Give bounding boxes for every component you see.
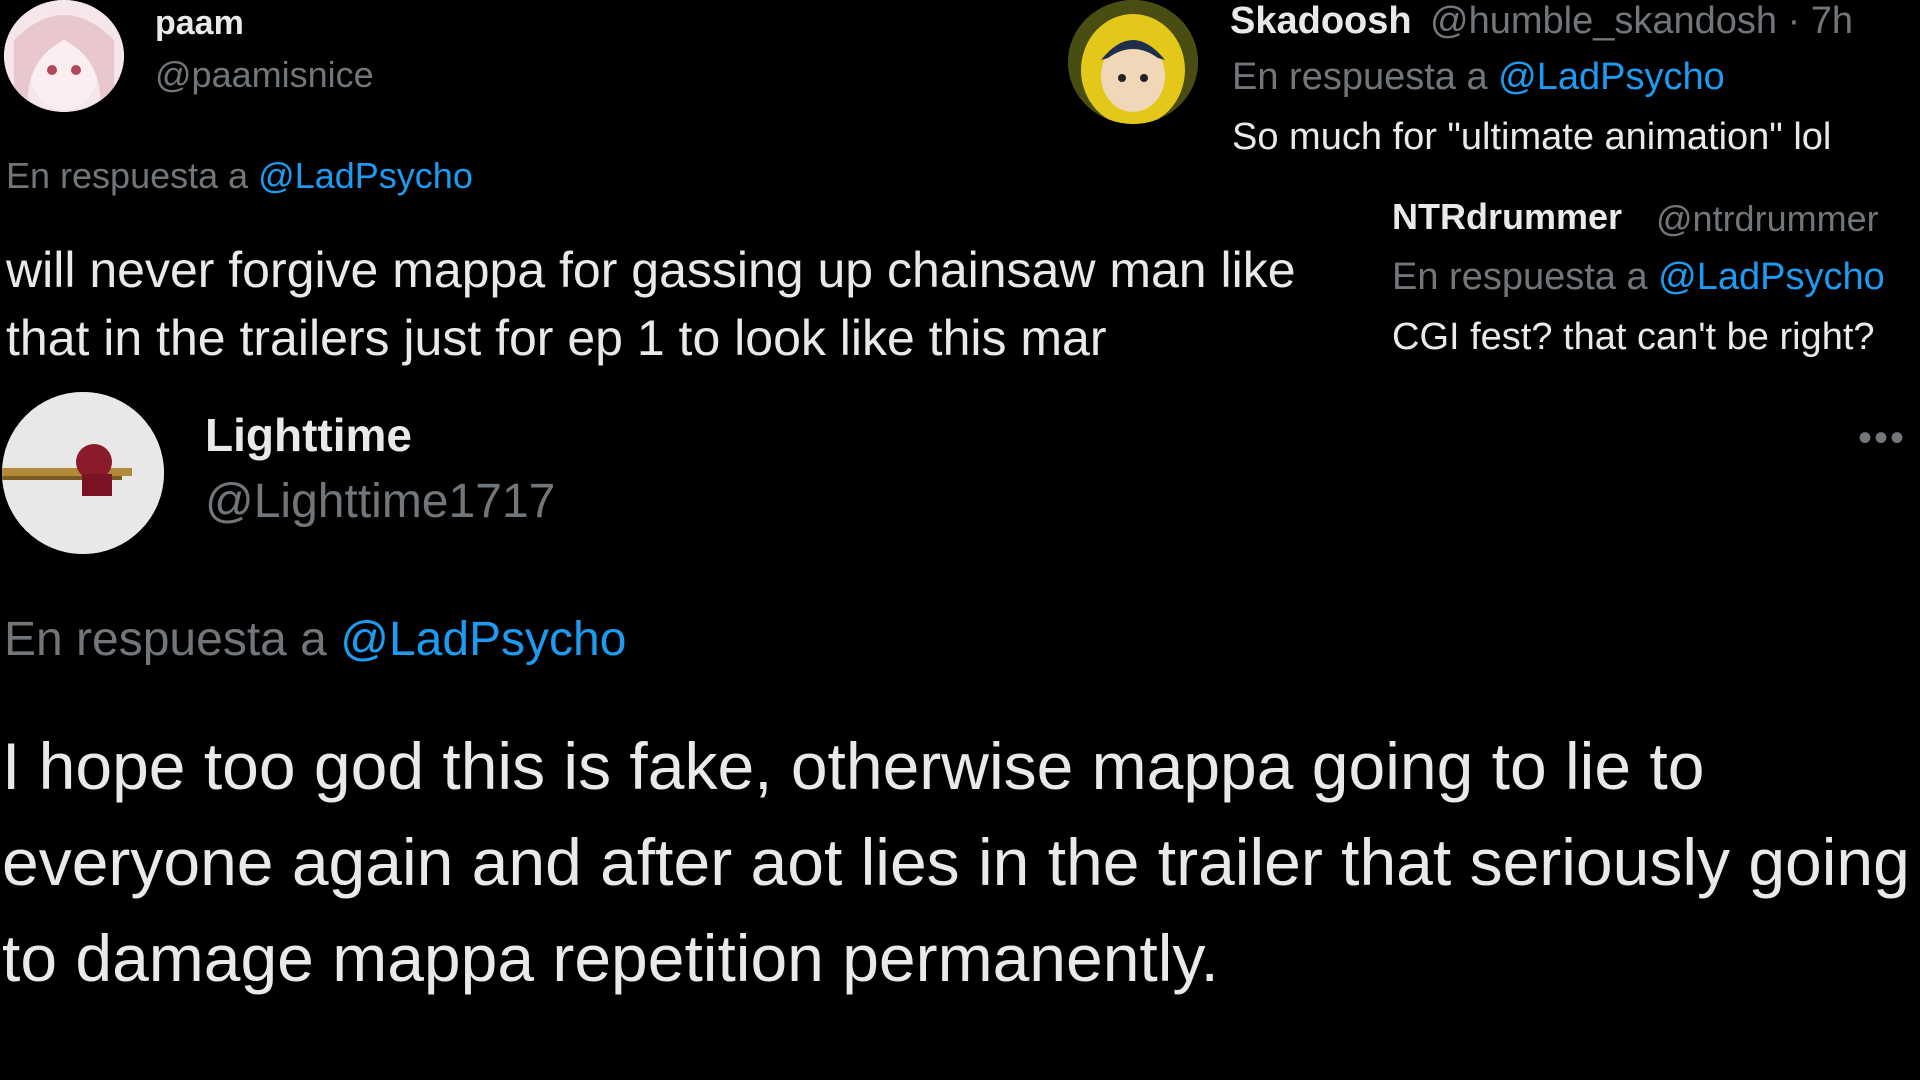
tweet-text: I hope too god this is fake, otherwise m… [2, 729, 1910, 995]
user-handle[interactable]: @Lighttime1717 [205, 474, 555, 529]
reply-mention-link[interactable]: @LadPsycho [340, 613, 626, 666]
reply-prefix: En respuesta a [1392, 256, 1648, 298]
reply-mention-link[interactable]: @LadPsycho [258, 155, 473, 196]
user-handle[interactable]: @ntrdrummer [1656, 198, 1879, 240]
reply-mention-link[interactable]: @LadPsycho [1658, 256, 1885, 298]
avatar[interactable] [1068, 0, 1198, 124]
user-handle[interactable]: @humble_skandosh · 7h [1430, 0, 1853, 43]
user-name[interactable]: Lighttime [205, 408, 412, 462]
user-name[interactable]: NTRdrummer [1392, 196, 1622, 238]
avatar[interactable] [4, 0, 124, 112]
reply-prefix: En respuesta a [4, 613, 327, 666]
tweet-text: So much for "ultimate animation" lol [1232, 116, 1832, 158]
reply-context: En respuesta a @LadPsycho [1232, 56, 1725, 99]
more-options-icon[interactable]: ••• [1858, 416, 1906, 461]
tweet-text: will never forgive mappa for gassing up … [6, 242, 1296, 366]
reply-mention-link[interactable]: @LadPsycho [1498, 56, 1725, 98]
user-name[interactable]: Skadoosh [1230, 0, 1412, 43]
reply-prefix: En respuesta a [6, 155, 249, 196]
avatar[interactable] [2, 392, 164, 554]
reply-context: En respuesta a @LadPsycho [6, 155, 473, 197]
tweet-text: CGI fest? that can't be right? [1392, 316, 1875, 358]
user-handle[interactable]: @paamisnice [155, 54, 374, 96]
reply-context: En respuesta a @LadPsycho [4, 612, 626, 667]
user-name[interactable]: paam [155, 4, 244, 43]
reply-prefix: En respuesta a [1232, 56, 1488, 98]
reply-context: En respuesta a @LadPsycho [1392, 256, 1885, 299]
